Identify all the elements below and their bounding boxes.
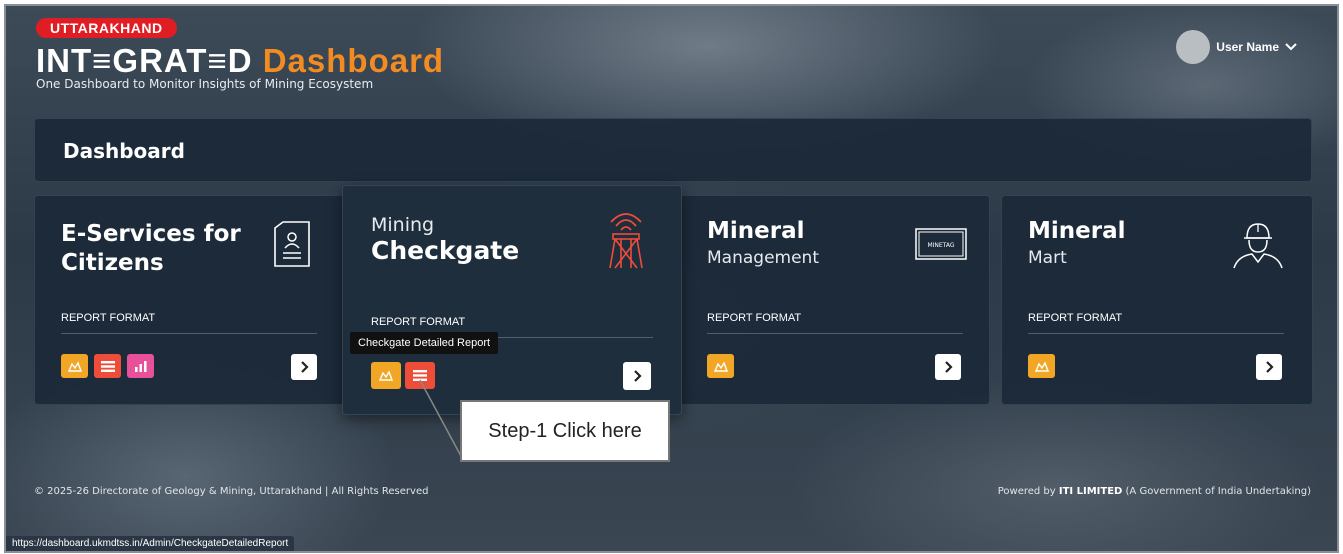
user-menu[interactable]: User Name [1176, 30, 1297, 64]
powered-company[interactable]: ITI LIMITED [1059, 486, 1122, 497]
chevron-right-icon [633, 367, 642, 386]
checkgate-summary-button[interactable] [61, 354, 88, 378]
footer-powered-by: Powered by ITI LIMITED (A Government of … [998, 486, 1311, 497]
logo-title-integrated: INT≡GRAT≡D [36, 42, 253, 79]
app-subtitle: One Dashboard to Monitor Insights of Min… [36, 77, 374, 91]
card-title-line1: Mineral [1028, 218, 1126, 244]
worker-helmet-icon [1230, 218, 1286, 274]
building-icon [1034, 357, 1049, 376]
browser-status-url: https://dashboard.ukmdtss.in/Admin/Check… [6, 536, 295, 551]
powered-prefix: Powered by [997, 486, 1059, 497]
bar-chart-icon [134, 357, 148, 376]
card-mining-checkgate: Mining Checkgate REPORT FORMAT [342, 185, 682, 415]
card-mineral-mart: Mineral Mart REPORT FORMAT [1001, 195, 1313, 405]
minetag-icon: MINETAG [915, 228, 967, 264]
mart-summary-button[interactable] [1028, 354, 1055, 378]
card-title-line2: Checkgate [371, 236, 520, 265]
report-format-label: REPORT FORMAT [371, 316, 466, 328]
app-logo-title[interactable]: INT≡GRAT≡D Dashboard [36, 42, 444, 80]
mineral-summary-button[interactable] [707, 354, 734, 378]
checkgate-detailed-report-button[interactable] [405, 362, 435, 389]
open-mineral-mart-button[interactable] [1256, 354, 1282, 380]
building-icon [713, 357, 728, 376]
avatar[interactable] [1176, 30, 1211, 64]
card-title-line1: Mineral [707, 218, 805, 244]
chevron-right-icon [944, 358, 953, 377]
state-badge: UTTARAKHAND [36, 18, 177, 38]
divider [707, 333, 963, 334]
checkgate-tower-icon [603, 208, 649, 274]
list-icon [413, 366, 427, 385]
report-buttons [707, 354, 734, 378]
report-buttons [61, 354, 154, 378]
app-frame: UTTARAKHAND INT≡GRAT≡D Dashboard One Das… [4, 4, 1339, 553]
chevron-right-icon [1265, 358, 1274, 377]
document-user-icon [271, 220, 313, 272]
user-name[interactable]: User Name [1216, 40, 1279, 54]
building-icon [378, 366, 394, 385]
divider [1028, 333, 1284, 334]
card-mineral-management: Mineral Management MINETAG REPORT FORMAT [678, 195, 990, 405]
chevron-down-icon[interactable] [1285, 40, 1297, 54]
open-e-services-button[interactable] [291, 354, 317, 380]
list-icon [100, 357, 115, 376]
powered-suffix: (A Government of India Undertaking) [1122, 486, 1311, 497]
dashboard-header-bar: Dashboard [34, 118, 1312, 182]
report-format-label: REPORT FORMAT [1028, 312, 1123, 324]
logo-title-dashboard: Dashboard [262, 42, 445, 79]
report-buttons [1028, 354, 1055, 378]
checkgate-summary-button[interactable] [371, 362, 401, 389]
open-checkgate-button[interactable] [623, 362, 651, 390]
open-mineral-management-button[interactable] [935, 354, 961, 380]
card-title: E-Services for Citizens [61, 220, 241, 278]
detailed-list-button[interactable] [94, 354, 121, 378]
card-e-services: E-Services for Citizens REPORT FORMAT [34, 195, 346, 405]
page-title: Dashboard [63, 139, 185, 163]
tooltip: Checkgate Detailed Report [350, 332, 499, 354]
card-title-line1: E-Services for [61, 221, 241, 247]
step-callout: Step-1 Click here [460, 400, 670, 462]
card-title-line2: Management [707, 248, 819, 268]
report-format-label: REPORT FORMAT [707, 312, 802, 324]
card-title-line2: Citizens [61, 250, 164, 276]
divider [61, 333, 317, 334]
report-format-label: REPORT FORMAT [61, 312, 156, 324]
chevron-right-icon [300, 358, 309, 377]
building-icon [67, 357, 82, 376]
card-title-line1: Mining [371, 214, 435, 236]
footer-copyright: © 2025-26 Directorate of Geology & Minin… [34, 486, 429, 497]
report-buttons [371, 362, 435, 389]
card-title-line2: Mart [1028, 248, 1067, 268]
analytics-button[interactable] [127, 354, 154, 378]
minetag-text: MINETAG [927, 242, 954, 249]
